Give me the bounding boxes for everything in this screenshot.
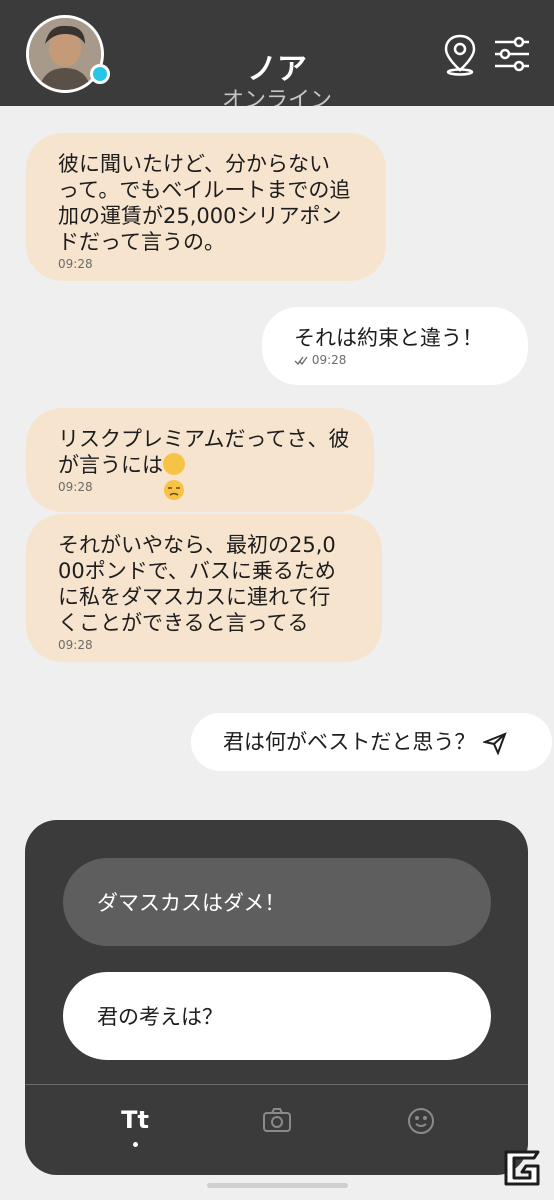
reply-option-1[interactable]: ダマスカスはダメ！ <box>63 858 491 946</box>
message-time: 09:28 <box>294 353 528 367</box>
filter-sliders-icon[interactable] <box>492 32 532 76</box>
message-text: リスクプレミアムだってさ、彼 が言うには <box>58 426 374 500</box>
message-time: 09:28 <box>58 480 93 494</box>
message-text: それは約束と違う！ <box>294 326 483 350</box>
camera-icon[interactable] <box>261 1106 293 1146</box>
message-text: 彼に聞いたけど、分からない って。でもベイルートまでの追 加の運賃が25,000… <box>58 152 351 254</box>
message-text: 君は何がベストだと思う？ <box>223 730 476 754</box>
message-bubble-outgoing[interactable]: 君は何がベストだと思う？ <box>191 713 552 771</box>
text-tab-icon: Tt <box>121 1106 149 1134</box>
active-tab-indicator <box>133 1142 138 1147</box>
message-time: 09:28 <box>58 257 93 271</box>
text-tab[interactable]: Tt <box>113 1106 157 1147</box>
double-check-icon <box>294 356 308 366</box>
home-indicator <box>207 1183 348 1188</box>
contact-status: オンライン <box>221 88 332 106</box>
chat-header: ノア オンライン <box>0 0 554 106</box>
message-bubble-incoming: リスクプレミアムだってさ、彼 が言うには 09:28 <box>26 408 374 512</box>
message-bubble-incoming: それがいやなら、最初の25,0 00ポンドで、バスに乗るため に私をダマスカスに… <box>26 514 382 662</box>
message-time: 09:28 <box>58 638 93 652</box>
smiley-icon[interactable] <box>405 1106 437 1146</box>
message-text: それがいやなら、最初の25,0 00ポンドで、バスに乗るため に私をダマスカスに… <box>58 533 336 635</box>
message-bubble-incoming: 彼に聞いたけど、分からない って。でもベイルートまでの追 加の運賃が25,000… <box>26 133 386 281</box>
message-time-value: 09:28 <box>311 353 347 367</box>
unamused-face-icon <box>163 453 185 500</box>
reply-panel: ダマスカスはダメ！ 君の考えは？ Tt <box>25 820 528 1175</box>
message-bubble-outgoing: それは約束と違う！ 09:28 <box>262 307 528 385</box>
message-text-content: リスクプレミアムだってさ、彼 が言うには <box>58 427 350 477</box>
reply-option-2[interactable]: 君の考えは？ <box>63 972 491 1060</box>
site-logo-icon <box>500 1146 544 1190</box>
location-pin-icon[interactable] <box>440 32 480 76</box>
send-icon[interactable] <box>483 731 508 755</box>
panel-divider <box>25 1084 528 1085</box>
